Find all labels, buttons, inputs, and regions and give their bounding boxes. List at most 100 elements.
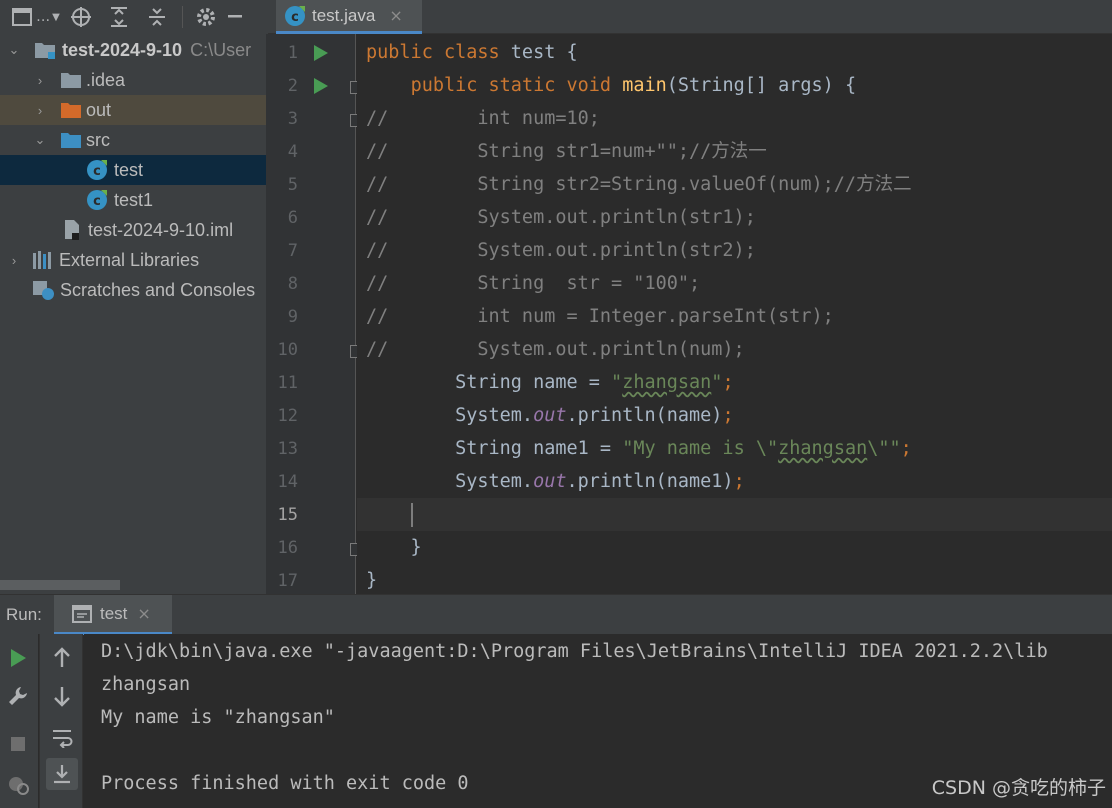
tree-item-label: out xyxy=(86,99,112,120)
console-line: My name is "zhangsan" xyxy=(101,707,335,728)
tree-item-test[interactable]: c test xyxy=(0,155,266,185)
code-line-16: } xyxy=(366,537,422,558)
project-view-button[interactable]: … ▼ xyxy=(10,2,62,32)
code-line-7: // System.out.println(str2); xyxy=(366,240,756,261)
code-text: String name = xyxy=(366,372,612,393)
code-line-2: public static void main(String[] args) { xyxy=(366,69,857,102)
editor-tab-bar: c test.java × xyxy=(268,0,1112,34)
console-line: Process finished with exit code 0 xyxy=(101,773,469,794)
code-text: String name1 = xyxy=(366,438,623,459)
stop-button[interactable] xyxy=(4,730,32,758)
console-line: zhangsan xyxy=(101,674,191,695)
svg-text:c: c xyxy=(93,164,101,179)
code-text: System. xyxy=(366,405,534,426)
console-line: D:\jdk\bin\java.exe "-javaagent:D:\Progr… xyxy=(101,641,1048,662)
code-editor[interactable]: public class test { public static void m… xyxy=(357,34,1112,594)
expand-all-button[interactable] xyxy=(100,2,138,32)
module-folder-icon xyxy=(35,43,55,59)
svg-text:c: c xyxy=(93,194,101,209)
run-main-icon[interactable] xyxy=(314,78,328,94)
stop-icon xyxy=(11,737,25,751)
tree-item-label: External Libraries xyxy=(59,249,200,270)
debug-settings-button[interactable] xyxy=(4,770,32,798)
svg-text:c: c xyxy=(291,10,299,25)
close-icon[interactable]: × xyxy=(137,604,150,623)
tree-item-src[interactable]: ⌄ src xyxy=(0,125,266,155)
tree-item-label: src xyxy=(86,129,110,150)
excluded-folder-icon xyxy=(61,103,81,118)
code-line-8: // String str = "100"; xyxy=(366,273,701,294)
line-number: 14 xyxy=(277,472,298,492)
line-number: 2 xyxy=(287,76,298,96)
semicolon: ; xyxy=(722,372,734,393)
source-folder-icon xyxy=(61,133,81,148)
scratches-icon xyxy=(33,281,54,300)
tree-item-idea[interactable]: › .idea xyxy=(0,65,266,95)
chevron-down-icon: ▼ xyxy=(52,11,60,23)
tree-item-external-libraries[interactable]: › External Libraries xyxy=(0,245,266,275)
run-panel-title: Run: xyxy=(6,604,42,624)
code-line-6: // System.out.println(str1); xyxy=(366,207,756,228)
down-button[interactable] xyxy=(48,682,76,710)
tree-item-scratches[interactable]: Scratches and Consoles xyxy=(0,275,266,305)
up-button[interactable] xyxy=(48,644,76,672)
tree-item-project-root[interactable]: ⌄ test-2024-9-10 C:\User xyxy=(0,35,266,65)
line-number: 3 xyxy=(287,109,298,129)
keyword: public class xyxy=(366,42,511,63)
java-class-icon: c xyxy=(87,190,107,210)
scroll-to-end-icon xyxy=(54,765,70,784)
tab-test-java[interactable]: c test.java × xyxy=(276,0,422,34)
string-literal: zhangsan xyxy=(778,438,868,459)
current-line-highlight xyxy=(357,498,1112,531)
run-tab-test[interactable]: test × xyxy=(54,595,172,635)
hide-button[interactable] xyxy=(223,2,247,32)
minimize-icon xyxy=(228,15,242,18)
line-number: 12 xyxy=(277,406,298,426)
code-line-3: // int num=10; xyxy=(366,108,600,129)
code-line-11: String name = "zhangsan"; xyxy=(366,366,734,399)
chevron-down-icon: ⌄ xyxy=(34,132,46,147)
chevron-right-icon: › xyxy=(37,72,43,88)
locate-button[interactable] xyxy=(62,2,100,32)
code-line-12: System.out.println(name); xyxy=(366,399,733,432)
line-number: 7 xyxy=(287,241,298,261)
line-number: 1 xyxy=(287,43,298,63)
code-line-14: System.out.println(name1); xyxy=(366,465,745,498)
run-tab-label: test xyxy=(100,603,128,623)
semicolon: ; xyxy=(900,438,912,459)
line-number: 16 xyxy=(277,538,298,558)
edit-config-button[interactable] xyxy=(4,682,32,710)
project-window-icon xyxy=(12,8,33,26)
code-line-17: } xyxy=(366,570,378,591)
scroll-to-end-button[interactable] xyxy=(46,758,78,790)
tree-item-label: test1 xyxy=(114,189,154,210)
horizontal-scrollbar[interactable] xyxy=(0,580,120,590)
method-name: main xyxy=(622,75,667,96)
rerun-button[interactable] xyxy=(4,644,32,672)
soft-wrap-icon xyxy=(53,730,73,748)
play-icon xyxy=(11,649,26,667)
code-text: (String[] args) { xyxy=(666,75,857,96)
chevron-down-icon: ⌄ xyxy=(8,42,20,57)
code-line-10: // System.out.println(num); xyxy=(366,339,745,360)
tree-item-out[interactable]: › out xyxy=(0,95,266,125)
line-number: 9 xyxy=(287,307,298,327)
close-icon[interactable]: × xyxy=(389,6,402,25)
watermark: CSDN @贪吃的柿子 xyxy=(931,777,1106,799)
libraries-icon xyxy=(33,251,51,269)
tree-item-test1[interactable]: c test1 xyxy=(0,185,266,215)
line-number: 11 xyxy=(277,373,298,393)
line-number: 17 xyxy=(277,571,298,591)
run-class-icon[interactable] xyxy=(314,45,328,61)
line-number: 4 xyxy=(287,142,298,162)
line-number: 8 xyxy=(287,274,298,294)
tree-item-iml[interactable]: test-2024-9-10.iml xyxy=(0,215,266,245)
editor-gutter: 1 2 3 4 5 6 7 8 9 10 11 12 13 14 15 16 1… xyxy=(266,34,363,594)
settings-button[interactable] xyxy=(189,2,223,32)
string-literal: "My name is \" xyxy=(622,438,779,459)
static-field: out xyxy=(533,471,567,492)
collapse-all-button[interactable] xyxy=(138,2,176,32)
project-toolbar: … ▼ xyxy=(0,0,268,34)
crosshair-icon xyxy=(71,7,91,27)
soft-wrap-button[interactable] xyxy=(48,724,76,752)
